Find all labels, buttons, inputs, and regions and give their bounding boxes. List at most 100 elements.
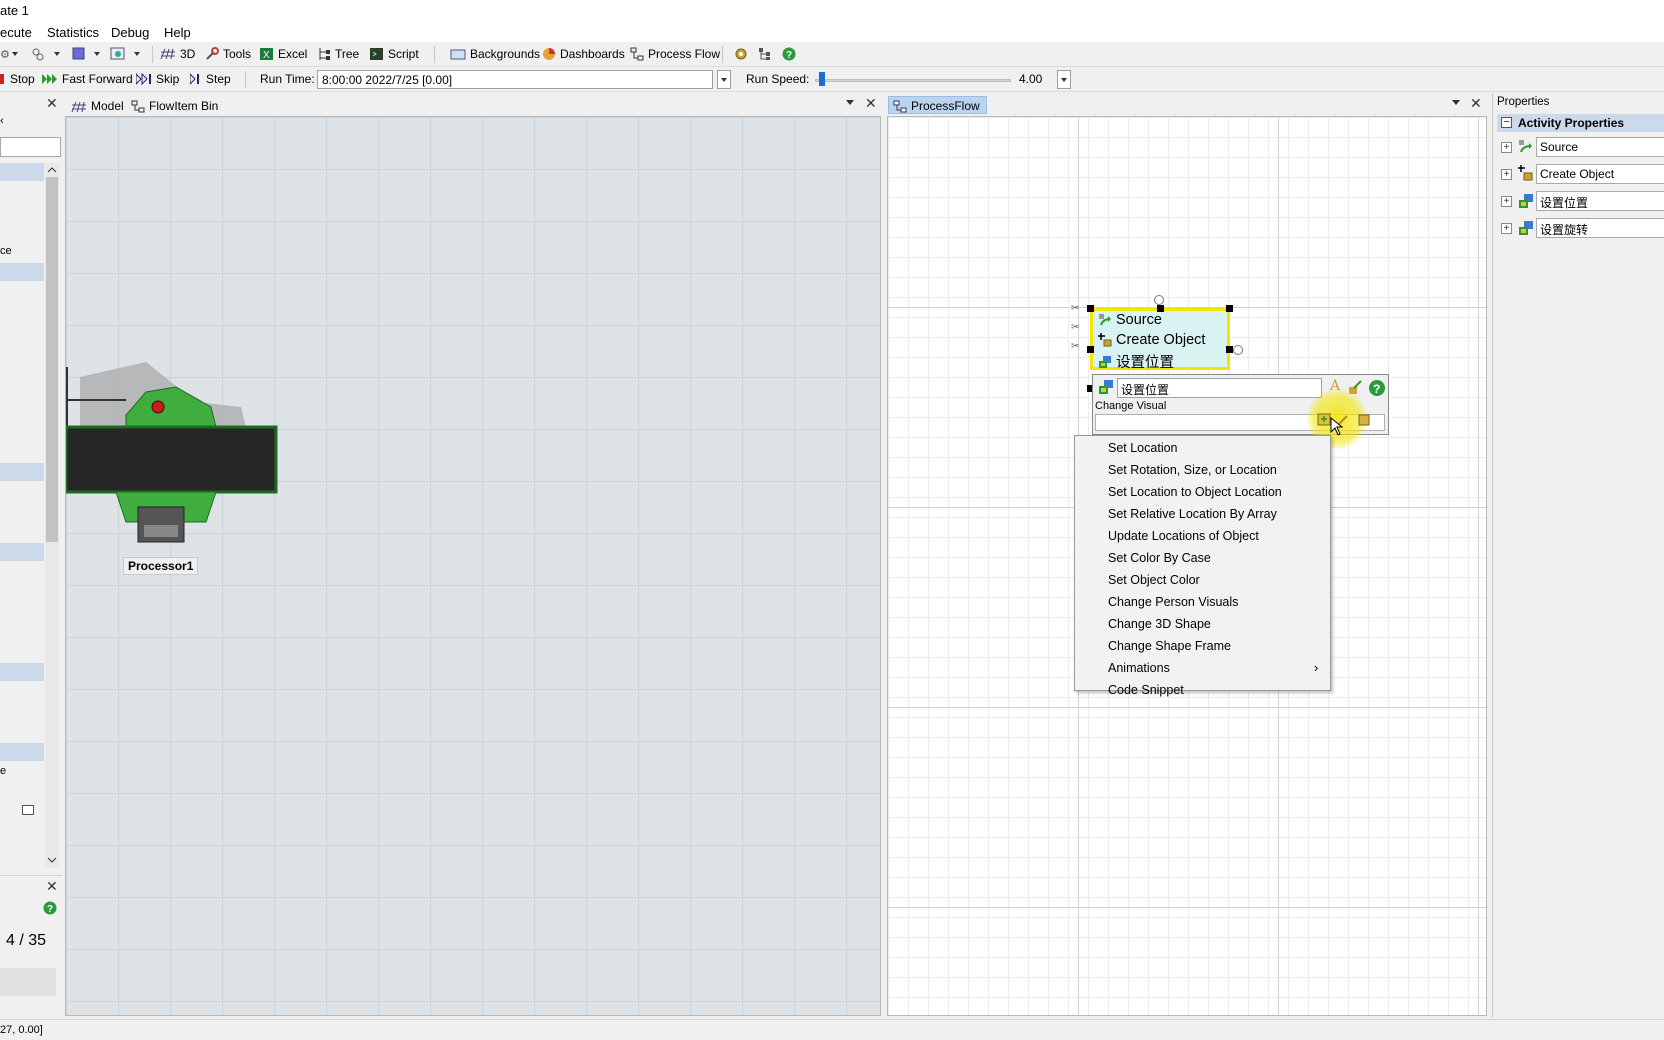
chevron-down-icon[interactable] [845,99,855,107]
menu-item-update-locations-of-object[interactable]: Update Locations of Object [1108,529,1259,543]
library-group-header[interactable] [0,163,44,181]
activity-change-visual[interactable]: 设置位置 [1098,351,1174,372]
tab-processflow[interactable]: ProcessFlow [888,96,987,114]
selection-handle[interactable] [1226,305,1233,312]
svg-text:?: ? [47,904,53,915]
dashboards-button[interactable]: Dashboards [542,47,625,61]
3d-button[interactable]: 3D [160,47,195,61]
property-create-object-field[interactable]: Create Object [1536,164,1664,184]
run-time-field[interactable]: 8:00:00 2022/7/25 [0.00] [317,70,713,89]
library-group-header[interactable] [0,543,44,561]
menu-item-code-snippet[interactable]: Code Snippet [1108,683,1184,697]
toolbar-dropdown-1[interactable]: ⚙ [0,47,20,61]
scissors-icon[interactable]: ✂ [1071,322,1079,333]
selection-handle[interactable] [1087,305,1094,312]
scissors-icon[interactable]: ✂ [1071,341,1079,352]
flowitem-bin-icon [131,100,145,112]
menu-execute[interactable]: ecute [0,25,32,40]
selection-handle[interactable] [1226,346,1233,353]
help-button[interactable]: ? [782,47,796,61]
close-icon[interactable]: ✕ [1470,95,1482,112]
menu-item-set-rotation-size-location[interactable]: Set Rotation, Size, or Location [1108,463,1277,477]
rotation-handle[interactable] [1154,295,1164,305]
library-group-header[interactable] [0,463,44,481]
toolbar-dropdown-3[interactable] [72,47,102,61]
chevron-down-icon[interactable] [1451,99,1461,107]
library-group-header[interactable] [0,263,44,281]
menu-help[interactable]: Help [164,25,191,40]
expand-toggle[interactable]: + [1501,196,1512,207]
menu-item-set-object-color[interactable]: Set Object Color [1108,573,1200,587]
backgrounds-button[interactable]: Backgrounds [450,47,540,61]
svg-text:⚙: ⚙ [0,49,10,61]
tab-flowitem-bin[interactable]: FlowItem Bin [127,96,224,114]
tree-nodes-button[interactable] [758,47,772,61]
scissors-icon[interactable]: ✂ [1071,303,1079,314]
menu-item-set-location-to-object-location[interactable]: Set Location to Object Location [1108,485,1282,499]
menu-statistics[interactable]: Statistics [47,25,99,40]
help-icon[interactable]: ? [1368,379,1386,397]
activity-source[interactable]: Source [1098,312,1162,328]
expand-toggle[interactable]: + [1501,169,1512,180]
run-speed-dropdown[interactable] [1057,70,1071,89]
tab-model[interactable]: Model [67,96,130,114]
menu-item-change-shape-frame[interactable]: Change Shape Frame [1108,639,1231,653]
tree-button[interactable]: Tree [317,47,359,61]
scrollbar-thumb[interactable] [46,177,58,542]
close-icon[interactable]: ✕ [865,95,877,112]
selection-handle[interactable] [1087,346,1094,353]
excel-button[interactable]: X Excel [260,47,307,61]
property-source-field[interactable]: Source [1536,137,1664,157]
property-row-set-location[interactable]: + 设置位置 [1493,190,1664,212]
activity-properties-header[interactable]: – Activity Properties [1497,114,1664,132]
settings-button[interactable] [734,47,748,61]
script-button[interactable]: Script [370,47,419,61]
property-row-create-object[interactable]: + Create Object [1493,163,1664,185]
expand-toggle[interactable]: + [1501,223,1512,234]
menu-item-set-relative-location-by-array[interactable]: Set Relative Location By Array [1108,507,1277,521]
stop-button[interactable]: Stop [0,72,35,86]
library-group-header[interactable] [0,743,44,761]
library-item-icon[interactable] [22,805,34,815]
panel-tab-fragment[interactable]: ‹ [0,115,6,129]
run-time-dropdown[interactable] [717,70,731,89]
activity-create-object[interactable]: Create Object [1098,332,1205,348]
close-icon[interactable]: ✕ [46,95,58,112]
menu-debug[interactable]: Debug [111,25,149,40]
model-3d-view[interactable]: Processor1 [65,116,881,1016]
run-speed-slider-thumb[interactable] [818,72,825,86]
quick-properties-field[interactable] [0,968,56,996]
property-row-source[interactable]: + Source [1493,136,1664,158]
connector-handle[interactable] [1233,345,1243,355]
property-set-rotation-field[interactable]: 设置旋转 [1536,218,1664,238]
skip-button[interactable]: Skip [136,72,179,86]
svg-text:?: ? [786,50,792,61]
library-search-input[interactable] [0,137,61,157]
activity-name-input[interactable]: 设置位置 [1117,378,1322,398]
collapse-toggle[interactable]: – [1501,117,1512,128]
menu-item-change-person-visuals[interactable]: Change Person Visuals [1108,595,1238,609]
selection-handle[interactable] [1157,305,1164,312]
library-group-header[interactable] [0,663,44,681]
processflow-canvas[interactable]: Source Create Object 设置位置 ✂ ✂ ✂ 设置位置 A ?… [887,116,1487,1016]
run-speed-track[interactable] [815,79,1011,82]
delete-option-icon[interactable] [1357,413,1371,427]
property-row-set-rotation[interactable]: + 设置旋转 [1493,217,1664,239]
property-set-location-field[interactable]: 设置位置 [1536,191,1664,211]
tools-button[interactable]: Tools [205,47,251,61]
activity-block[interactable]: Source Create Object 设置位置 [1090,308,1230,372]
menu-item-animations[interactable]: Animations [1108,661,1170,675]
fast-forward-button[interactable]: Fast Forward [42,72,133,86]
library-scrollbar[interactable] [45,163,59,868]
close-icon[interactable]: ✕ [46,878,58,895]
toolbar-dropdown-4[interactable] [110,47,142,61]
menu-item-set-color-by-case[interactable]: Set Color By Case [1108,551,1211,565]
step-button[interactable]: Step [190,72,231,86]
menu-item-change-3d-shape[interactable]: Change 3D Shape [1108,617,1211,631]
processor-object[interactable] [66,347,346,567]
toolbar-dropdown-2[interactable] [30,47,60,61]
help-icon[interactable]: ? [43,901,57,915]
menu-item-set-location[interactable]: Set Location [1108,441,1178,455]
process-flow-button[interactable]: Process Flow [630,47,720,61]
expand-toggle[interactable]: + [1501,142,1512,153]
